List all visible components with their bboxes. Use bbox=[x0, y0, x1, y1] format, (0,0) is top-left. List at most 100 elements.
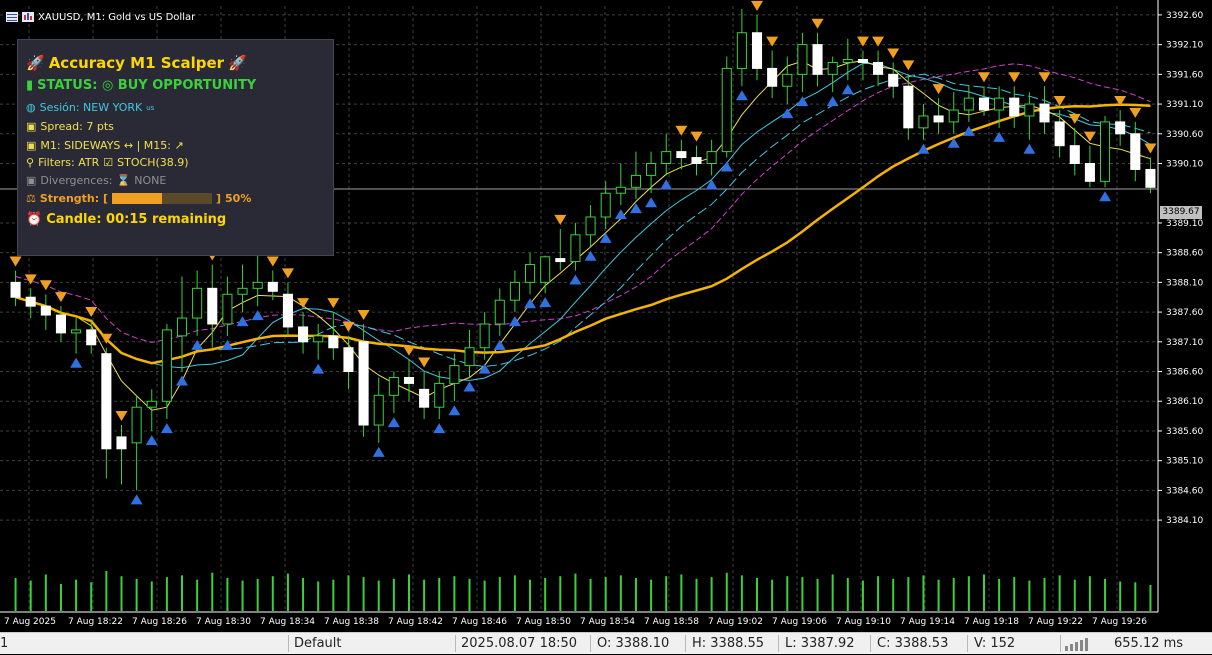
session-flag: us bbox=[146, 103, 155, 112]
buy-arrow-icon bbox=[493, 339, 506, 350]
current-price-tag: 3389.67 bbox=[1160, 206, 1202, 219]
candle-body bbox=[615, 186, 626, 194]
candle-body bbox=[1024, 103, 1035, 117]
price-axis-label: 3387.10 bbox=[1166, 338, 1203, 348]
candle-body bbox=[994, 97, 1005, 111]
chart-type-icon[interactable] bbox=[22, 12, 34, 22]
buy-arrow-icon bbox=[160, 423, 173, 434]
candle-body bbox=[237, 287, 248, 295]
bar-high: H: 3388.55 bbox=[692, 636, 765, 651]
status-separator bbox=[288, 635, 289, 652]
sell-arrow-icon bbox=[281, 268, 294, 279]
candle-body bbox=[282, 293, 293, 328]
chart-title: XAUUSD, M1: Gold vs US Dollar bbox=[38, 11, 196, 23]
buy-arrow-icon bbox=[645, 197, 658, 208]
buy-arrow-icon bbox=[312, 363, 325, 374]
candle-body bbox=[736, 32, 747, 69]
trend-icon: ▣ bbox=[26, 139, 37, 152]
candle-body bbox=[86, 329, 97, 346]
time-axis-label: 7 Aug 19:10 bbox=[836, 617, 891, 627]
price-axis-label: 3385.10 bbox=[1166, 457, 1203, 467]
candle-body bbox=[600, 192, 611, 218]
sell-arrow-icon bbox=[327, 298, 340, 309]
strength-label: Strength: [ bbox=[39, 192, 108, 205]
candle-body bbox=[842, 58, 853, 63]
candle-body bbox=[585, 216, 596, 236]
candle-body bbox=[827, 61, 838, 75]
price-axis-label: 3392.10 bbox=[1166, 41, 1203, 51]
sell-arrow-icon bbox=[902, 60, 915, 71]
scalper-info-panel: 🚀 Accuracy M1 Scalper 🚀 ▮ STATUS: ◎ BUY … bbox=[17, 39, 334, 256]
buy-arrow-icon bbox=[448, 405, 461, 416]
time-axis-label: 7 Aug 18:38 bbox=[324, 617, 379, 627]
time-axis-label: 7 Aug 18:26 bbox=[132, 617, 187, 627]
rocket-icon: 🚀 bbox=[26, 54, 45, 72]
profile-name[interactable]: Default bbox=[294, 636, 342, 651]
divergences-value: NONE bbox=[134, 174, 167, 187]
strength-pct: 50% bbox=[225, 192, 252, 205]
buy-arrow-icon bbox=[705, 179, 718, 190]
candle-body bbox=[873, 61, 884, 75]
time-axis-label: 7 Aug 19:14 bbox=[900, 617, 955, 627]
candle-body bbox=[434, 382, 445, 408]
buy-arrow-icon bbox=[524, 298, 537, 309]
candle-body bbox=[646, 163, 657, 176]
candle-row: ⏰ Candle: 00:15 remaining bbox=[26, 212, 226, 227]
strength-row: ⚖ Strength: [ ] 50% bbox=[26, 192, 251, 205]
hourglass-icon: ⌛ bbox=[116, 174, 131, 187]
session-row: ◍ Sesión: NEW YORK us bbox=[26, 101, 154, 114]
candle-body bbox=[570, 234, 581, 263]
candle-body bbox=[25, 296, 36, 307]
candle-body bbox=[933, 115, 944, 123]
candle-body bbox=[903, 85, 914, 129]
candle-body bbox=[116, 436, 127, 450]
candle-body bbox=[207, 287, 218, 325]
price-axis-label: 3391.60 bbox=[1166, 70, 1203, 80]
candle-body bbox=[1130, 133, 1141, 170]
candle-body bbox=[630, 174, 642, 188]
chart-area[interactable]: 3392.60 3392.10 3391.60 3391.10 3390.60 3390.… bbox=[0, 0, 1212, 632]
status-text: STATUS: ◎ BUY OPPORTUNITY bbox=[37, 78, 257, 93]
candle-body bbox=[131, 406, 142, 444]
price-axis-label: 3386.60 bbox=[1166, 368, 1203, 378]
time-axis-label: 7 Aug 19:26 bbox=[1092, 617, 1147, 627]
buy-arrow-icon bbox=[176, 375, 189, 386]
buy-arrow-icon bbox=[841, 84, 854, 95]
sell-arrow-icon bbox=[1144, 143, 1157, 154]
buy-arrow-icon bbox=[387, 417, 400, 428]
time-axis-label: 7 Aug 19:18 bbox=[964, 617, 1019, 627]
candle-body bbox=[691, 157, 702, 165]
candle-body bbox=[1084, 163, 1095, 182]
time-axis-label: 7 Aug 18:46 bbox=[452, 617, 507, 627]
connection-signal-icon[interactable] bbox=[1065, 637, 1099, 655]
candle-body bbox=[343, 347, 354, 373]
candle-body bbox=[10, 281, 21, 298]
buy-arrow-icon bbox=[569, 274, 582, 285]
price-axis-label: 3391.10 bbox=[1166, 100, 1203, 110]
candle-body bbox=[464, 347, 475, 367]
candle-body bbox=[449, 365, 460, 384]
price-axis-label: 3390.60 bbox=[1166, 130, 1203, 140]
chart-window-icon[interactable] bbox=[6, 12, 18, 22]
bar-open: O: 3388.10 bbox=[597, 636, 670, 651]
status-separator bbox=[967, 635, 968, 652]
candle-body bbox=[1145, 168, 1156, 188]
candle-body bbox=[419, 388, 430, 408]
buy-arrow-icon bbox=[599, 232, 612, 243]
time-axis-label: 7 Aug 18:34 bbox=[260, 617, 315, 627]
time-axis-label: 7 Aug 18:42 bbox=[388, 617, 443, 627]
price-axis-label: 3392.60 bbox=[1166, 11, 1203, 21]
status-bar: 1 Default 2025.08.07 18:50 O: 3388.10 H:… bbox=[0, 632, 1212, 654]
magnifier-icon: ⚲ bbox=[26, 156, 35, 169]
panel-title: Accuracy M1 Scalper bbox=[48, 54, 225, 72]
status-separator bbox=[590, 635, 591, 652]
panel-title-row: 🚀 Accuracy M1 Scalper 🚀 bbox=[26, 54, 247, 72]
sell-arrow-icon bbox=[1129, 107, 1142, 118]
bar-datetime: 2025.08.07 18:50 bbox=[461, 636, 578, 651]
status-row: ▮ STATUS: ◎ BUY OPPORTUNITY bbox=[26, 78, 256, 93]
candle-body bbox=[403, 376, 415, 384]
rocket-icon: 🚀 bbox=[228, 54, 247, 72]
filters-extra-text: STOCH(38.9) bbox=[117, 156, 189, 169]
buy-arrow-icon bbox=[629, 203, 642, 214]
candle-body bbox=[751, 32, 763, 69]
